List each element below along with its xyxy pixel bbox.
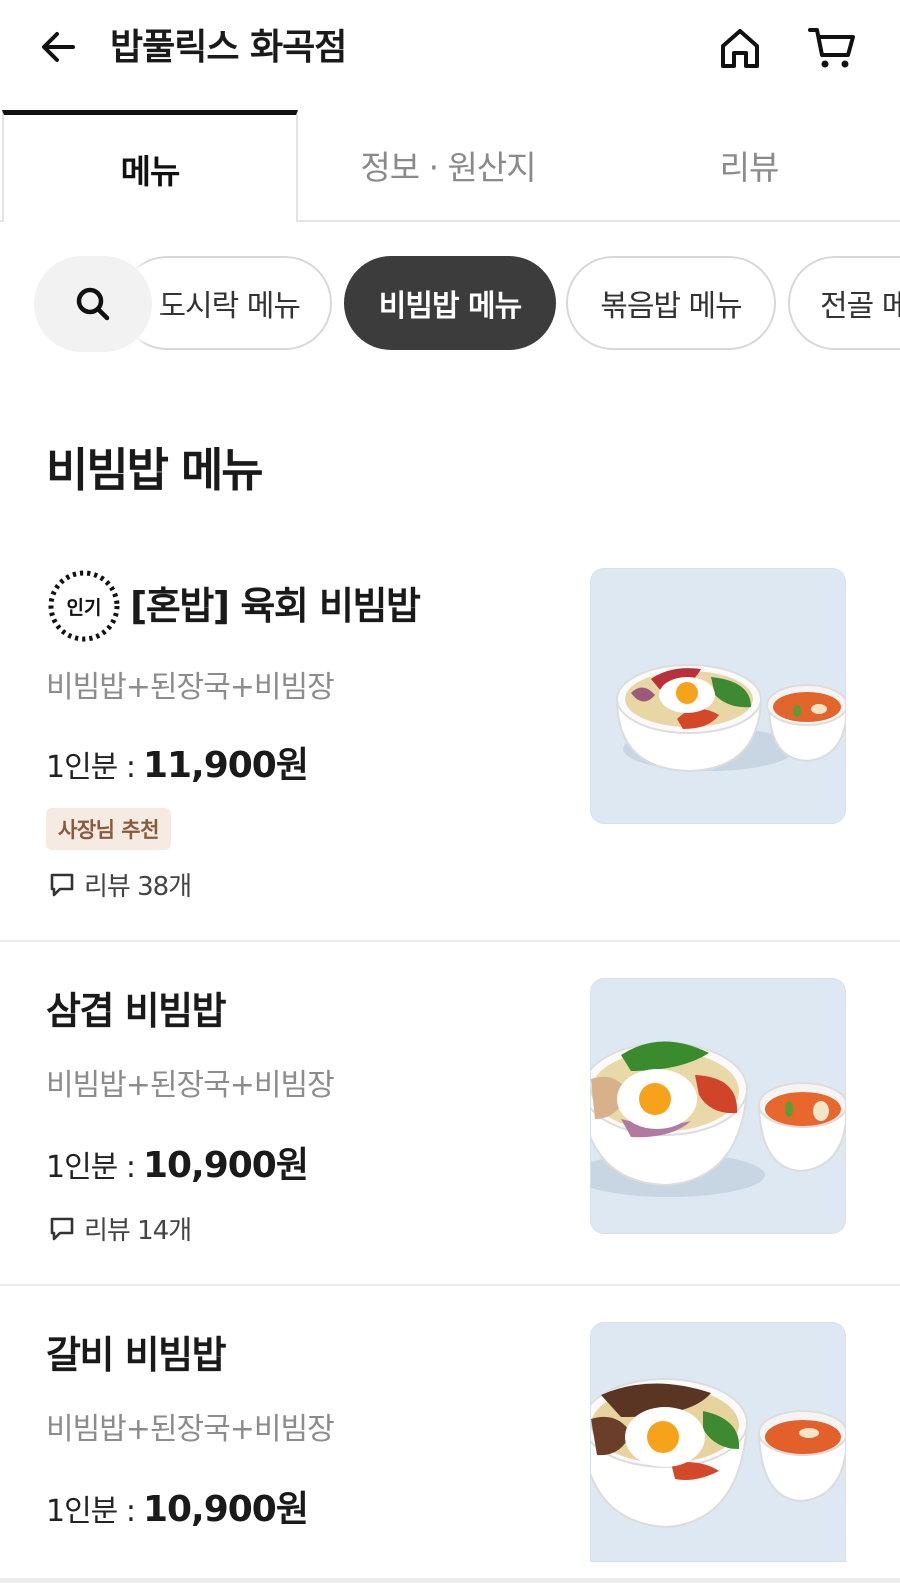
chip-bibimbap-menu[interactable]: 비빔밥 메뉴: [344, 256, 556, 350]
item-name-row: 삼겹 비빔밥: [46, 986, 227, 1036]
price-prefix: 1인분 :: [46, 1494, 136, 1529]
item-description: 비빔밥+된장국+비빔장: [46, 1412, 335, 1447]
item-price-row: 1인분 : 10,900원: [46, 1136, 309, 1188]
search-icon: [76, 287, 110, 321]
review-count: 리뷰 38개: [84, 872, 192, 902]
category-chip-bar: 도시락 메뉴 비빔밥 메뉴 볶음밥 메뉴 전골 메뉴: [0, 256, 900, 352]
bibimbap-photo: [591, 569, 845, 823]
item-name: [혼밥] 육회 비빔밥: [130, 584, 421, 628]
cart-icon: [808, 28, 855, 68]
bibimbap-photo: [591, 979, 845, 1233]
popular-badge-label: 인기: [67, 597, 102, 619]
chip-jeongol-menu[interactable]: 전골 메뉴: [788, 256, 900, 350]
item-price: 10,900원: [142, 1145, 309, 1186]
menu-item[interactable]: 갈비 비빔밥 비빔밥+된장국+비빔장 1인분 : 10,900원: [0, 1286, 900, 1578]
chip-fried-rice-menu[interactable]: 볶음밥 메뉴: [566, 256, 776, 350]
popular-badge-icon: 인기: [48, 570, 120, 642]
home-button[interactable]: [712, 20, 768, 76]
home-icon: [721, 29, 759, 68]
price-prefix: 1인분 :: [46, 750, 136, 785]
back-button[interactable]: [30, 22, 86, 72]
review-count-row: 리뷰 14개: [48, 1210, 192, 1247]
store-tabs: 메뉴 정보 · 원산지 리뷰: [0, 110, 900, 222]
item-photo: [590, 978, 846, 1234]
menu-search-button[interactable]: [34, 256, 152, 352]
arrow-left-icon: [42, 32, 75, 62]
item-photo: [590, 568, 846, 824]
speech-bubble-icon: [50, 1217, 74, 1240]
item-photo: [590, 1322, 846, 1562]
popular-badge: 인기: [46, 568, 122, 644]
app-header: 밥풀릭스 화곡점: [0, 0, 900, 110]
review-count: 리뷰 14개: [84, 1216, 192, 1246]
item-price: 10,900원: [142, 1489, 309, 1530]
menu-item[interactable]: 인기 [혼밥] 육회 비빔밥 비빔밥+된장국+비빔장 1인분 : 11,900원…: [0, 560, 900, 940]
menu-item[interactable]: 삼겹 비빔밥 비빔밥+된장국+비빔장 1인분 : 10,900원 리뷰 14개: [0, 942, 900, 1284]
item-description: 비빔밥+된장국+비빔장: [46, 670, 335, 705]
section-title: 비빔밥 메뉴: [46, 443, 264, 497]
tab-reviews[interactable]: 리뷰: [598, 110, 900, 220]
store-title: 밥풀릭스 화곡점: [110, 27, 347, 68]
item-description: 비빔밥+된장국+비빔장: [46, 1068, 335, 1103]
review-count-row: 리뷰 38개: [48, 866, 192, 903]
speech-bubble-icon: [50, 873, 74, 896]
tab-info-origin[interactable]: 정보 · 원산지: [298, 110, 598, 220]
bottom-divider: [0, 1578, 900, 1583]
cart-button[interactable]: [804, 20, 860, 76]
price-prefix: 1인분 :: [46, 1150, 136, 1185]
item-price-row: 1인분 : 10,900원: [46, 1480, 309, 1532]
item-name: 삼겹 비빔밥: [46, 989, 227, 1033]
recommend-badge: 사장님 추천: [46, 808, 171, 850]
item-price: 11,900원: [142, 745, 309, 786]
item-name-row: 갈비 비빔밥: [46, 1330, 227, 1380]
item-price-row: 1인분 : 11,900원: [46, 736, 309, 788]
item-name-row: 인기 [혼밥] 육회 비빔밥: [46, 568, 421, 644]
tab-menu[interactable]: 메뉴: [2, 110, 298, 222]
bibimbap-photo: [591, 1323, 845, 1561]
item-name: 갈비 비빔밥: [46, 1333, 227, 1377]
